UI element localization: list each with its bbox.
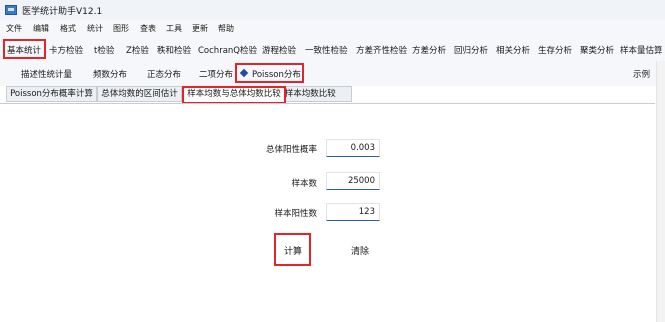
- page-tabs: Poisson分布概率计算 总体均数的区间估计 两样本均数比较 样本均数与总体均…: [0, 86, 655, 104]
- highlight-box-compute: [274, 233, 311, 266]
- menu-edit[interactable]: 编辑: [33, 23, 49, 34]
- menu-bar: 文件 编辑 格式 统计 图形 查表 工具 更新 帮助: [0, 20, 665, 37]
- tab-sample-size[interactable]: 样本量估算: [620, 44, 663, 56]
- tab-poisson-probability[interactable]: Poisson分布概率计算: [6, 86, 97, 102]
- tab-cochranq[interactable]: CochranQ检验: [198, 44, 257, 56]
- subtab-binomial[interactable]: 二项分布: [199, 68, 233, 80]
- tab-cluster[interactable]: 聚类分析: [580, 44, 614, 56]
- distribution-subtabs: 描述性统计量 频数分布 正态分布 二项分布 Poisson分布 示例: [0, 61, 665, 86]
- tab-homogeneity[interactable]: 方差齐性检验: [356, 44, 407, 56]
- highlight-box-active-tab: [182, 86, 286, 104]
- population-rate-label: 总体阳性概率: [265, 145, 317, 155]
- example-button[interactable]: 示例: [633, 68, 650, 80]
- menu-graph[interactable]: 图形: [113, 23, 129, 34]
- analysis-category-toolbar: 基本统计 卡方检验 t检验 Z检验 秩和检验 CochranQ检验 游程检验 一…: [0, 37, 665, 62]
- sample-positive-label: 样本阳性数: [274, 209, 317, 219]
- tab-anova[interactable]: 方差分析: [412, 44, 446, 56]
- menu-stats[interactable]: 统计: [87, 23, 103, 34]
- tab-mean-interval[interactable]: 总体均数的区间估计: [97, 86, 182, 102]
- subtab-frequency[interactable]: 频数分布: [93, 68, 127, 80]
- menu-lookup[interactable]: 查表: [140, 23, 156, 34]
- vertical-scrollbar[interactable]: [656, 61, 665, 322]
- tab-rank-sum[interactable]: 秩和检验: [157, 44, 191, 56]
- sample-size-label: 样本数: [291, 179, 317, 189]
- subtab-normal[interactable]: 正态分布: [147, 68, 181, 80]
- app-window-icon: [5, 5, 17, 15]
- highlight-box-poisson: [235, 63, 304, 83]
- clear-button[interactable]: 清除: [351, 244, 369, 257]
- tab-chi-square[interactable]: 卡方检验: [49, 44, 83, 56]
- tab-t-test[interactable]: t检验: [94, 44, 114, 56]
- menu-format[interactable]: 格式: [60, 23, 76, 34]
- highlight-box-basic-stats: [3, 39, 46, 59]
- menu-update[interactable]: 更新: [192, 23, 208, 34]
- tab-runs-test[interactable]: 游程检验: [262, 44, 296, 56]
- tab-correlation[interactable]: 相关分析: [496, 44, 530, 56]
- title-bar: 医学统计助手V12.1: [0, 0, 665, 20]
- tab-agreement[interactable]: 一致性检验: [305, 44, 348, 56]
- form-panel: 总体阳性概率 样本数 样本阳性数 计算 清除: [3, 104, 655, 322]
- subtab-descriptive[interactable]: 描述性统计量: [21, 68, 72, 80]
- menu-tools[interactable]: 工具: [166, 23, 182, 34]
- sample-size-input[interactable]: [326, 172, 380, 190]
- tab-z-test[interactable]: Z检验: [126, 44, 149, 56]
- window-title: 医学统计助手V12.1: [22, 7, 103, 17]
- tab-regression[interactable]: 回归分析: [454, 44, 488, 56]
- sample-positive-input[interactable]: [326, 203, 380, 221]
- menu-help[interactable]: 帮助: [218, 23, 234, 34]
- population-rate-input[interactable]: [326, 139, 380, 157]
- menu-file[interactable]: 文件: [6, 23, 22, 34]
- tab-survival[interactable]: 生存分析: [538, 44, 572, 56]
